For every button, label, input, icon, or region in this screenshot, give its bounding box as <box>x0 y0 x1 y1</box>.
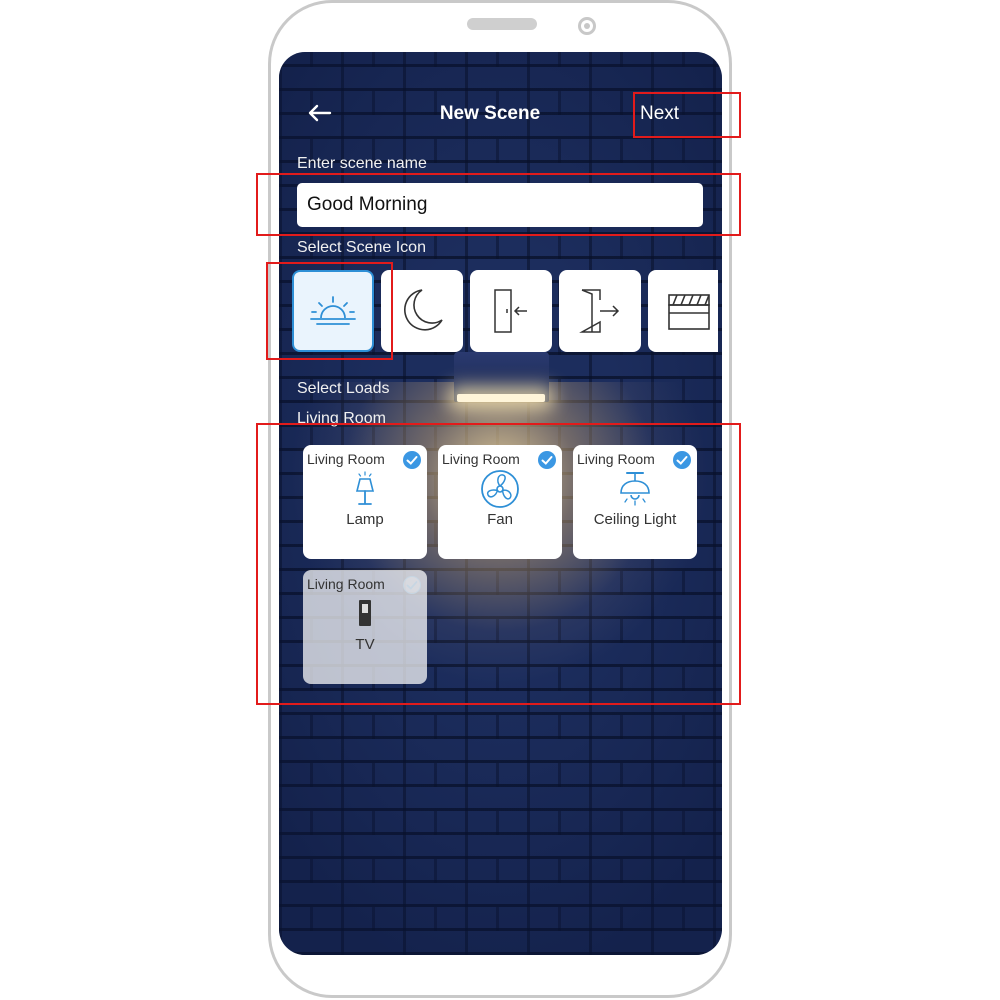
select-loads-label: Select Loads <box>297 380 390 397</box>
scene-icon-clapperboard[interactable] <box>648 270 718 352</box>
highlight-scene-icon <box>266 262 393 360</box>
back-arrow-icon <box>308 104 332 122</box>
speaker-grille <box>467 18 537 30</box>
moon-icon <box>404 289 443 331</box>
door-enter-icon <box>494 289 527 333</box>
scene-name-label: Enter scene name <box>297 155 427 172</box>
highlight-scene-name <box>256 173 741 236</box>
front-camera <box>578 17 596 35</box>
scene-icon-moon[interactable] <box>381 270 463 352</box>
clapperboard-icon <box>668 294 710 330</box>
scene-icon-door-enter[interactable] <box>470 270 552 352</box>
highlight-loads <box>256 423 741 705</box>
page-title: New Scene <box>439 103 541 124</box>
scene-icon-door-exit[interactable] <box>559 270 641 352</box>
door-exit-icon <box>579 289 620 333</box>
highlight-next <box>633 92 741 138</box>
back-button[interactable] <box>305 100 333 128</box>
scene-icon-label: Select Scene Icon <box>297 239 426 256</box>
